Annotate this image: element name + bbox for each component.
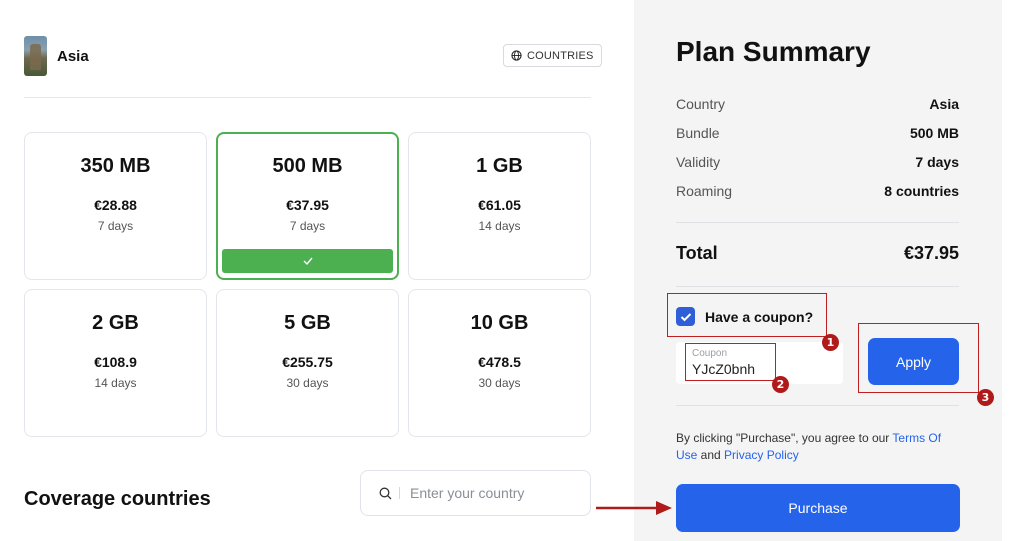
total-row: Total €37.95 — [676, 243, 959, 264]
coupon-checkbox[interactable] — [676, 307, 695, 326]
plan-validity: 30 days — [478, 376, 521, 390]
plan-price: €108.9 — [94, 354, 137, 370]
plan-validity: 14 days — [94, 376, 137, 390]
annotation-number-2: 2 — [772, 376, 789, 393]
terms-prefix: By clicking "Purchase", you agree to our — [676, 431, 893, 445]
terms-text: By clicking "Purchase", you agree to our… — [676, 430, 951, 464]
plan-price: €255.75 — [282, 354, 333, 370]
annotation-number-1: 1 — [822, 334, 839, 351]
region-name: Asia — [57, 47, 89, 65]
summary-value: Asia — [929, 96, 959, 112]
annotation-arrow-icon — [596, 501, 672, 515]
plan-size: 1 GB — [476, 155, 523, 177]
plan-card-1gb[interactable]: 1 GB €61.05 14 days — [408, 132, 591, 280]
total-label: Total — [676, 243, 718, 263]
search-icon — [379, 487, 392, 499]
plan-price: €28.88 — [94, 197, 137, 213]
coverage-title: Coverage countries — [24, 488, 211, 510]
summary-value: 500 MB — [909, 125, 959, 141]
plan-summary-panel: Plan Summary Country Asia Bundle 500 MB … — [634, 0, 1002, 541]
plan-validity: 30 days — [286, 376, 329, 390]
plan-card-500mb[interactable]: 500 MB €37.95 7 days — [216, 132, 399, 280]
summary-key: Roaming — [676, 183, 733, 199]
annotation-number-3: 3 — [977, 389, 994, 406]
coupon-field[interactable]: Coupon — [676, 342, 843, 384]
plan-validity: 14 days — [478, 219, 521, 233]
summary-value: 7 days — [915, 154, 959, 170]
plan-size: 500 MB — [272, 155, 343, 177]
countries-button-label: COUNTRIES — [527, 49, 594, 62]
coupon-toggle[interactable]: Have a coupon? — [676, 307, 813, 326]
summary-row-roaming: Roaming 8 countries — [676, 183, 959, 212]
apply-button[interactable]: Apply — [868, 338, 959, 385]
region-image — [24, 36, 47, 76]
plan-size: 5 GB — [284, 312, 331, 334]
plan-selection-panel: Asia COUNTRIES 350 MB €28.88 7 days 500 … — [0, 0, 634, 541]
plan-validity: 7 days — [289, 219, 326, 233]
plan-card-5gb[interactable]: 5 GB €255.75 30 days — [216, 289, 399, 437]
globe-icon — [511, 50, 522, 61]
divider — [24, 97, 591, 98]
summary-row-country: Country Asia — [676, 96, 959, 125]
total-value: €37.95 — [903, 243, 959, 263]
countries-button[interactable]: COUNTRIES — [503, 44, 602, 67]
summary-details: Country Asia Bundle 500 MB Validity 7 da… — [676, 96, 959, 212]
plan-card-10gb[interactable]: 10 GB €478.5 30 days — [408, 289, 591, 437]
country-search-box[interactable] — [360, 470, 591, 516]
summary-key: Country — [676, 96, 726, 112]
divider — [676, 222, 959, 223]
plan-size: 10 GB — [470, 312, 529, 334]
plan-price: €478.5 — [478, 354, 521, 370]
search-separator — [399, 487, 400, 499]
region-header: Asia — [24, 36, 89, 76]
country-search-input[interactable] — [410, 485, 570, 501]
plan-validity: 7 days — [97, 219, 134, 233]
coupon-checkbox-label: Have a coupon? — [705, 308, 814, 325]
plan-size: 2 GB — [92, 312, 139, 334]
terms-and: and — [697, 448, 725, 462]
check-icon — [680, 312, 691, 321]
plan-card-2gb[interactable]: 2 GB €108.9 14 days — [24, 289, 207, 437]
divider — [676, 286, 959, 287]
plan-price: €37.95 — [286, 197, 329, 213]
privacy-policy-link[interactable]: Privacy Policy — [724, 448, 799, 462]
summary-key: Bundle — [676, 125, 720, 141]
purchase-button[interactable]: Purchase — [676, 484, 960, 532]
check-icon — [303, 257, 313, 266]
coupon-field-label: Coupon — [692, 348, 728, 359]
summary-row-validity: Validity 7 days — [676, 154, 959, 183]
plan-price: €61.05 — [478, 197, 521, 213]
selected-indicator — [222, 249, 393, 273]
summary-row-bundle: Bundle 500 MB — [676, 125, 959, 154]
coupon-input[interactable] — [692, 361, 832, 377]
plan-card-350mb[interactable]: 350 MB €28.88 7 days — [24, 132, 207, 280]
divider — [676, 405, 959, 406]
summary-value: 8 countries — [884, 183, 959, 199]
plan-grid: 350 MB €28.88 7 days 500 MB €37.95 7 day… — [24, 132, 591, 437]
summary-title: Plan Summary — [676, 36, 871, 67]
plan-size: 350 MB — [80, 155, 151, 177]
summary-key: Validity — [676, 154, 721, 170]
